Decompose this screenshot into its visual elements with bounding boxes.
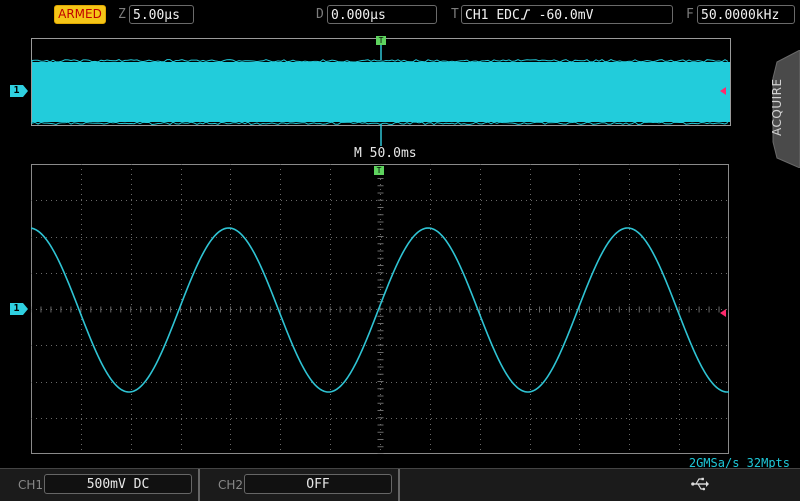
delay-field[interactable]: 0.000µs <box>327 5 437 24</box>
zoom-label: Z <box>118 5 126 24</box>
trigger-source: CH1 <box>465 8 488 23</box>
frequency-counter-field[interactable]: 50.0000kHz <box>697 5 795 24</box>
memory-timebase: 50.0ms <box>370 146 417 161</box>
zoom-timebase-field[interactable]: 5.00µs <box>129 5 194 24</box>
trigger-field[interactable]: CH1 EDC -60.0mV <box>461 5 673 24</box>
memory-label: M <box>354 146 362 161</box>
trigger-level-marker <box>720 309 726 317</box>
ch2-setting-button[interactable]: OFF <box>244 474 392 494</box>
trigger-level: -60.0mV <box>539 8 594 23</box>
waveform-graticule[interactable] <box>31 164 729 454</box>
frequency-label: F <box>686 5 694 24</box>
ch1-label: CH1 <box>18 478 43 492</box>
usb-icon <box>691 477 709 491</box>
memory-overview-trace <box>31 38 731 156</box>
run-state-badge[interactable]: ARMED <box>54 5 106 24</box>
trigger-label: T <box>451 5 459 24</box>
rising-edge-icon <box>520 9 531 20</box>
ch1-offset-marker[interactable]: 1 <box>10 303 23 315</box>
channel-bar: CH1 500mV DC CH2 OFF <box>0 468 800 501</box>
overview-trigger-level-marker <box>720 87 726 95</box>
bar-separator <box>198 469 200 501</box>
memory-timebase-readout: M 50.0ms <box>354 146 417 162</box>
status-bar: ARMED Z 5.00µs D 0.000µs T CH1 EDC -60.0… <box>0 0 800 32</box>
bar-separator <box>398 469 400 501</box>
main-trigger-position-icon: T <box>374 166 384 175</box>
ch2-label: CH2 <box>218 478 243 492</box>
overview-ch1-marker[interactable]: 1 <box>10 85 23 97</box>
trigger-coupling: EDC <box>496 8 519 23</box>
side-menu-tab-label: ACQUIRE <box>770 62 796 152</box>
delay-label: D <box>316 5 324 24</box>
ch1-setting-button[interactable]: 500mV DC <box>44 474 192 494</box>
overview-signal-band <box>32 62 730 122</box>
overview-trigger-position-icon: T <box>376 36 386 45</box>
graticule-grid <box>31 164 729 454</box>
